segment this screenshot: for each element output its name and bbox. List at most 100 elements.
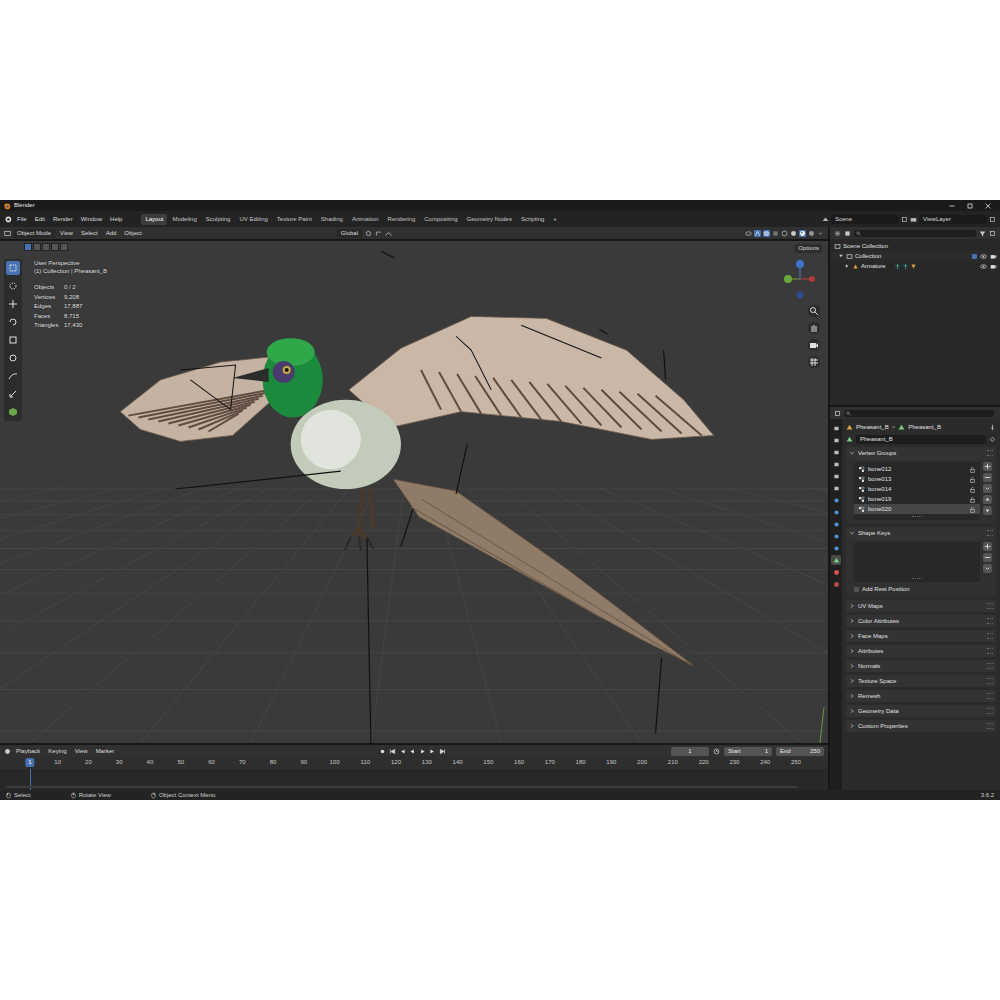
editor-type-icon[interactable] [834,230,841,237]
properties-tab[interactable] [831,435,841,445]
properties-tab[interactable] [831,483,841,493]
jump-end-icon[interactable] [439,748,446,755]
panel-header[interactable]: Custom Properties [846,720,996,732]
pivot-icon[interactable] [365,230,372,237]
panel-grip-icon[interactable] [987,530,993,536]
intersect-selection-icon[interactable] [60,243,68,251]
add-rest-position-checkbox[interactable] [854,587,859,592]
viewport-menu-item[interactable]: Select [78,229,101,238]
move-up-icon[interactable] [983,495,992,504]
timeline-menu-item[interactable]: View [72,747,91,756]
menu-item[interactable]: File [14,215,30,224]
render-camera-icon[interactable] [990,263,997,270]
menu-item[interactable]: Edit [32,215,48,224]
shading-options-icon[interactable] [817,230,824,237]
pose-icon[interactable] [894,263,901,270]
clock-icon[interactable] [713,748,720,755]
view-layer-icon[interactable] [910,216,917,223]
panel-grip-icon[interactable] [987,723,993,729]
playhead[interactable]: 1 [25,758,34,767]
properties-tab[interactable] [831,519,841,529]
tool-button[interactable] [6,315,20,329]
workspace-tab[interactable]: Scripting [517,214,548,225]
panel-grip-icon[interactable] [987,663,993,669]
add-workspace-button[interactable]: + [549,214,561,225]
menu-item[interactable]: Window [78,215,105,224]
mesh-data-icon[interactable] [846,436,853,443]
play-icon[interactable] [419,748,426,755]
add-icon[interactable] [983,542,992,551]
editor-type-icon[interactable] [4,230,11,237]
properties-tab[interactable] [831,471,841,481]
editor-type-icon[interactable] [4,748,11,755]
tool-button[interactable] [6,405,20,419]
invert-selection-icon[interactable] [51,243,59,251]
timeline-menu-item[interactable]: Playback [13,747,43,756]
vertex-group-row[interactable]: bone019 [854,494,980,504]
remove-icon[interactable] [983,473,992,482]
prev-key-icon[interactable] [399,748,406,755]
timeline-scrollbar[interactable] [6,786,798,788]
vertex-group-row[interactable]: bone020 [854,504,980,514]
navigation-gizmo[interactable] [780,257,820,307]
workspace-tab[interactable]: Modeling [168,214,200,225]
lock-icon[interactable] [969,466,976,473]
extend-selection-icon[interactable] [33,243,41,251]
viewport-menu-item[interactable]: Add [103,229,120,238]
properties-tab[interactable] [831,567,841,577]
list-resize-grip[interactable] [912,516,922,519]
properties-tab[interactable] [831,459,841,469]
pin-icon[interactable] [989,424,996,431]
material-shading-icon[interactable] [799,230,806,237]
workspace-tab[interactable]: Compositing [420,214,461,225]
properties-search[interactable] [844,410,994,417]
exclude-checkbox[interactable] [972,254,977,259]
panel-header[interactable]: UV Maps [846,600,996,612]
panel-grip-icon[interactable] [987,708,993,714]
tool-button[interactable] [6,333,20,347]
vertex-group-row[interactable]: bone012 [854,464,980,474]
panel-header[interactable]: Vertex Groups [846,447,996,459]
overlay-icon[interactable] [763,230,770,237]
menu-item[interactable]: Help [107,215,125,224]
orientation-dropdown[interactable]: Global [337,229,362,238]
record-icon[interactable] [379,748,386,755]
camera-icon[interactable] [808,339,820,351]
timeline-track[interactable] [0,769,828,790]
properties-tab[interactable] [831,507,841,517]
move-down-icon[interactable] [983,506,992,515]
panel-header[interactable]: Normals [846,660,996,672]
mesh-icon[interactable] [910,263,917,270]
gizmo-icon[interactable] [754,230,761,237]
add-icon[interactable] [983,462,992,471]
blender-menu-icon[interactable] [4,215,12,223]
set-selection-icon[interactable] [24,243,32,251]
outliner-search[interactable] [854,230,976,237]
rendered-shading-icon[interactable] [808,230,815,237]
current-frame-field[interactable]: 1 [671,747,709,756]
3d-viewport[interactable]: User Perspective(1) Collection | Pheasan… [0,241,828,743]
panel-header[interactable]: Attributes [846,645,996,657]
panel-grip-icon[interactable] [987,603,993,609]
pan-hand-icon[interactable] [808,322,820,334]
panel-grip-icon[interactable] [987,618,993,624]
properties-tab[interactable] [831,495,841,505]
timeline-menu-item[interactable]: Marker [93,747,118,756]
panel-grip-icon[interactable] [987,678,993,684]
snap-icon[interactable] [375,230,382,237]
vertex-group-row[interactable]: bone014 [854,484,980,494]
properties-tab[interactable] [831,579,841,589]
play-reverse-icon[interactable] [409,748,416,755]
workspace-tab[interactable]: Shading [317,214,347,225]
panel-grip-icon[interactable] [987,648,993,654]
end-frame-field[interactable]: End250 [776,747,824,756]
outliner-row[interactable]: Collection [830,251,1000,261]
start-frame-field[interactable]: Start1 [724,747,772,756]
armature-data-icon[interactable] [902,263,909,270]
workspace-tab[interactable]: UV Editing [235,214,271,225]
tool-button[interactable] [6,351,20,365]
workspace-tab[interactable]: Layout [141,214,167,225]
panel-grip-icon[interactable] [987,693,993,699]
workspace-tab[interactable]: Geometry Nodes [463,214,516,225]
jump-start-icon[interactable] [389,748,396,755]
